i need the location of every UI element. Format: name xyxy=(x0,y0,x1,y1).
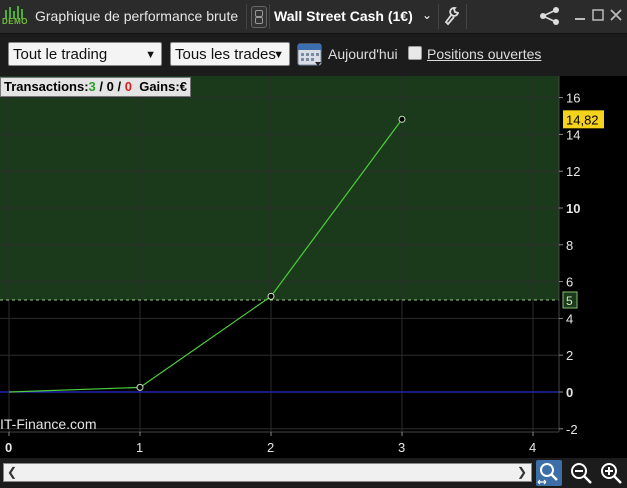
data-point xyxy=(136,383,144,391)
horizontal-scrollbar[interactable]: ❮ ❯ xyxy=(3,463,532,482)
maximize-icon[interactable] xyxy=(592,9,604,21)
last-value-tag: 14,82 xyxy=(566,112,599,127)
transactions-neutral: 0 xyxy=(106,79,114,94)
open-positions-checkbox[interactable] xyxy=(408,46,422,60)
data-point xyxy=(267,292,275,300)
x-tick-label: 3 xyxy=(398,440,405,455)
gain-zone xyxy=(0,76,559,300)
y-tick-label: 8 xyxy=(566,238,573,253)
divider xyxy=(269,4,270,29)
trades-filter-value: Tous les trades xyxy=(175,46,276,63)
zoom-out-icon[interactable] xyxy=(568,460,594,486)
transactions-summary: Transactions:3 / 0 / 0 Gains:€ xyxy=(0,77,191,97)
chevron-down-icon: ▼ xyxy=(273,49,284,61)
x-tick-label: 4 xyxy=(529,440,536,455)
chart-canvas[interactable]: 1614121086420-20 1 2 3 414,825 xyxy=(0,76,627,458)
y-tick-label: 4 xyxy=(566,311,573,326)
y-tick-label: 14 xyxy=(566,127,580,142)
trades-filter-select[interactable]: Tous les trades ▼ xyxy=(170,42,290,66)
minimize-icon[interactable] xyxy=(574,9,586,21)
open-positions-label[interactable]: Positions ouvertes xyxy=(427,46,541,62)
watermark: IT-Finance.com xyxy=(0,416,97,432)
link-icon[interactable] xyxy=(251,6,267,28)
y-tick-label: 0 xyxy=(566,385,573,400)
separator: / xyxy=(117,79,122,94)
performance-chart[interactable]: 16 14 12 10 8 6 4 2 0 -2 0 1 2 3 4 14,82 5 xyxy=(0,76,627,458)
transactions-total: 3 xyxy=(88,79,96,94)
data-point xyxy=(398,115,406,123)
today-label[interactable]: Aujourd'hui xyxy=(328,46,398,62)
toolbar: Tout le trading ▼ Tous les trades ▼ Aujo… xyxy=(0,34,627,76)
divider xyxy=(246,4,247,29)
y-tick-label: 10 xyxy=(566,201,580,216)
zoom-fit-icon[interactable] xyxy=(536,460,562,486)
chevron-down-icon: ▼ xyxy=(145,49,156,61)
y-tick-label: 16 xyxy=(566,91,580,106)
close-icon[interactable] xyxy=(610,9,622,21)
divider xyxy=(466,4,467,29)
bottom-bar: ❮ ❯ xyxy=(0,458,627,488)
scroll-right-icon[interactable]: ❯ xyxy=(517,465,527,479)
instrument-selector[interactable]: Wall Street Cash (1€) xyxy=(274,8,413,24)
calendar-icon[interactable] xyxy=(297,40,324,68)
zoom-in-icon[interactable] xyxy=(598,460,624,486)
gains-currency: € xyxy=(179,79,187,94)
y-tick-label: 6 xyxy=(566,275,573,290)
threshold-tag: 5 xyxy=(566,294,573,308)
x-tick-label: 0 xyxy=(5,440,12,455)
demo-badge: DEMO xyxy=(2,17,28,26)
y-tick-label: 2 xyxy=(566,348,573,363)
transactions-label: Transactions: xyxy=(4,79,89,94)
x-tick-label: 2 xyxy=(267,440,274,455)
chevron-down-icon[interactable]: ⌄ xyxy=(422,8,432,22)
gains-label: Gains: xyxy=(139,79,180,94)
window-title: Graphique de performance brute xyxy=(35,8,239,24)
scroll-left-icon[interactable]: ❮ xyxy=(7,465,17,479)
divider xyxy=(438,4,439,29)
x-tick-label: 1 xyxy=(136,440,143,455)
y-tick-label: -2 xyxy=(566,422,578,437)
wrench-icon[interactable] xyxy=(443,6,461,26)
trading-filter-value: Tout le trading xyxy=(13,46,108,63)
y-tick-label: 12 xyxy=(566,164,580,179)
trading-filter-select[interactable]: Tout le trading ▼ xyxy=(8,42,162,66)
title-bar: DEMO Graphique de performance brute Wall… xyxy=(0,0,627,34)
share-icon[interactable] xyxy=(539,6,561,26)
separator: / xyxy=(99,79,104,94)
transactions-losses: 0 xyxy=(124,79,132,94)
